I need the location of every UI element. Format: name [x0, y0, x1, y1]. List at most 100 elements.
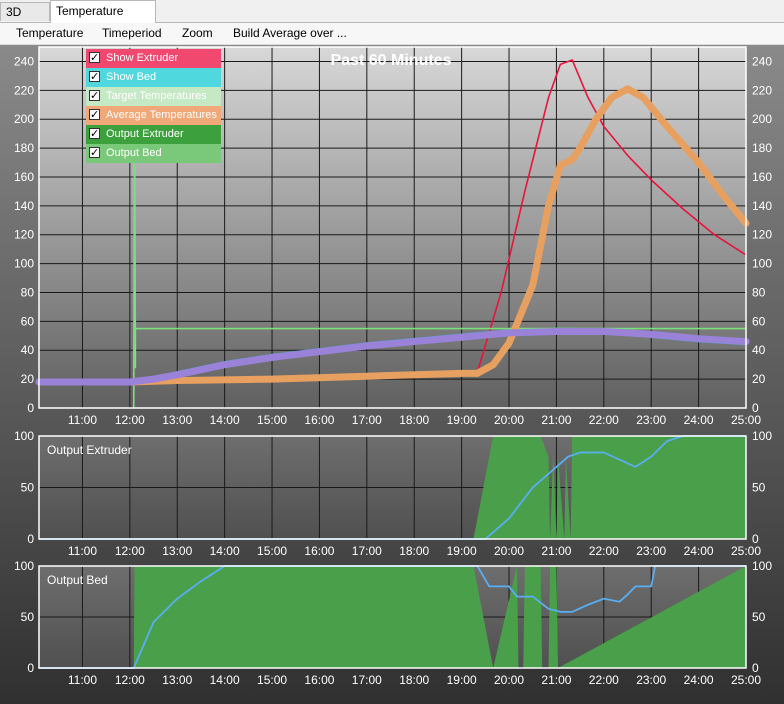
y-tick-label-right: 100	[752, 559, 772, 573]
legend-output-extruder[interactable]: ✓ Output Extruder	[86, 125, 221, 144]
x-tick-label: 21:00	[541, 673, 571, 687]
x-tick-label: 17:00	[352, 413, 382, 427]
legend-label: Output Extruder	[106, 128, 184, 140]
checkbox-icon[interactable]: ✓	[89, 128, 100, 139]
y-tick-label-left: 160	[14, 170, 34, 184]
y-tick-label-left: 220	[14, 83, 34, 97]
x-tick-label: 13:00	[162, 673, 192, 687]
y-tick-label-left: 120	[14, 228, 34, 242]
y-tick-label-right: 220	[752, 83, 772, 97]
legend-target-temperatures[interactable]: ✓ Target Temperatures	[86, 87, 221, 106]
y-tick-label-left: 240	[14, 54, 34, 68]
y-tick-label-right: 180	[752, 141, 772, 155]
legend-show-extruder[interactable]: ✓ Show Extruder	[86, 49, 221, 68]
x-tick-label: 23:00	[636, 413, 666, 427]
x-tick-label: 19:00	[447, 673, 477, 687]
x-tick-label: 15:00	[257, 413, 287, 427]
x-tick-label: 24:00	[684, 673, 714, 687]
x-tick-label: 16:00	[304, 413, 334, 427]
checkbox-icon[interactable]: ✓	[89, 109, 100, 120]
y-tick-label-left: 100	[14, 559, 34, 573]
y-tick-label-right: 120	[752, 228, 772, 242]
y-tick-label-left: 60	[21, 314, 35, 328]
y-tick-label-left: 100	[14, 257, 34, 271]
menu-timeperiod[interactable]: Timeperiod	[99, 23, 165, 44]
x-tick-label: 16:00	[304, 544, 334, 558]
x-tick-label: 23:00	[636, 673, 666, 687]
x-tick-label: 21:00	[541, 413, 571, 427]
chart-title: Past 60 Minutes	[331, 52, 452, 69]
y-tick-label-left: 20	[21, 372, 35, 386]
x-tick-label: 12:00	[115, 673, 145, 687]
x-tick-label: 14:00	[210, 544, 240, 558]
x-tick-label: 14:00	[210, 673, 240, 687]
x-tick-label: 11:00	[68, 673, 97, 687]
y-tick-label-right: 0	[752, 661, 759, 675]
y-tick-label-left: 140	[14, 199, 34, 213]
tab-bar: 3D View Temperature Curve	[0, 0, 784, 39]
legend-average-temperatures[interactable]: ✓ Average Temperatures	[86, 106, 221, 125]
legend-label: Show Extruder	[106, 52, 179, 64]
checkbox-icon[interactable]: ✓	[89, 147, 100, 158]
x-tick-label: 19:00	[447, 413, 477, 427]
panel-title: Output Bed	[47, 573, 108, 587]
legend-label: Target Temperatures	[106, 90, 207, 102]
x-tick-label: 18:00	[399, 544, 429, 558]
y-tick-label-right: 0	[752, 401, 759, 415]
x-tick-label: 12:00	[115, 544, 145, 558]
legend-label: Average Temperatures	[106, 109, 217, 121]
legend-output-bed[interactable]: ✓ Output Bed	[86, 144, 221, 163]
checkbox-icon[interactable]: ✓	[89, 90, 100, 101]
x-tick-label: 20:00	[494, 413, 524, 427]
menu-zoom[interactable]: Zoom	[179, 23, 216, 44]
legend-show-bed[interactable]: ✓ Show Bed	[86, 68, 221, 87]
tab-temperature-curve[interactable]: Temperature Curve	[50, 0, 156, 39]
legend-label: Show Bed	[106, 71, 157, 83]
legend: ✓ Show Extruder ✓ Show Bed ✓ Target Temp…	[86, 49, 221, 163]
x-tick-label: 23:00	[636, 544, 666, 558]
y-tick-label-left: 0	[27, 532, 34, 546]
y-tick-label-left: 180	[14, 141, 34, 155]
x-tick-label: 15:00	[257, 544, 287, 558]
y-tick-label-left: 200	[14, 112, 34, 126]
y-tick-label-right: 80	[752, 285, 766, 299]
x-tick-label: 17:00	[352, 673, 382, 687]
x-tick-label: 16:00	[304, 673, 334, 687]
x-tick-label: 25:00	[731, 673, 761, 687]
x-tick-label: 11:00	[68, 413, 97, 427]
y-tick-label-left: 80	[21, 285, 35, 299]
y-tick-label-left: 100	[14, 429, 34, 443]
x-tick-label: 21:00	[541, 544, 571, 558]
y-tick-label-right: 100	[752, 257, 772, 271]
menu-bar: Temperature Timeperiod Zoom Build Averag…	[0, 23, 784, 45]
x-tick-label: 24:00	[684, 413, 714, 427]
x-tick-label: 11:00	[68, 544, 97, 558]
x-tick-label: 25:00	[731, 544, 761, 558]
y-tick-label-left: 50	[21, 610, 35, 624]
y-tick-label-left: 50	[21, 481, 35, 495]
x-tick-label: 12:00	[115, 413, 145, 427]
y-tick-label-left: 0	[27, 661, 34, 675]
y-tick-label-left: 40	[21, 343, 35, 357]
y-tick-label-right: 50	[752, 610, 766, 624]
y-tick-label-right: 200	[752, 112, 772, 126]
legend-label: Output Bed	[106, 147, 162, 159]
y-tick-label-right: 240	[752, 54, 772, 68]
x-tick-label: 15:00	[257, 673, 287, 687]
x-tick-label: 19:00	[447, 544, 477, 558]
panel-title: Output Extruder	[47, 443, 132, 457]
menu-temperature[interactable]: Temperature	[13, 23, 86, 44]
x-tick-label: 22:00	[589, 544, 619, 558]
x-tick-label: 25:00	[731, 413, 761, 427]
y-tick-label-right: 160	[752, 170, 772, 184]
checkbox-icon[interactable]: ✓	[89, 52, 100, 63]
checkbox-icon[interactable]: ✓	[89, 71, 100, 82]
y-tick-label-right: 40	[752, 343, 766, 357]
x-tick-label: 22:00	[589, 413, 619, 427]
x-tick-label: 14:00	[210, 413, 240, 427]
tab-3d-view[interactable]: 3D View	[0, 2, 50, 37]
x-tick-label: 18:00	[399, 413, 429, 427]
x-tick-label: 22:00	[589, 673, 619, 687]
menu-build-average[interactable]: Build Average over ...	[230, 23, 350, 44]
x-tick-label: 17:00	[352, 544, 382, 558]
